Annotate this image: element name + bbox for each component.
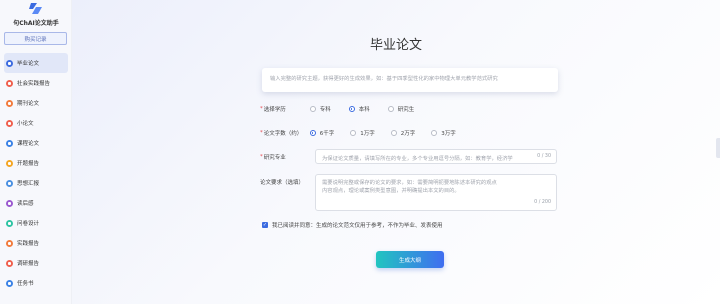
sidebar-item-label: 读后感 (17, 201, 34, 207)
sidebar-item[interactable]: 期刊论文 (0, 93, 72, 113)
app-logo[interactable]: 句ChAI论文助手 (0, 2, 72, 27)
sidebar-item-label: 思想汇报 (17, 181, 40, 187)
radio-button[interactable] (431, 130, 438, 136)
required-mark: * (260, 154, 263, 160)
requirements-count: 0 / 200 (534, 200, 551, 205)
sidebar-item[interactable]: 毕业论文 (4, 53, 68, 73)
radio-label: 本科 (358, 107, 370, 113)
sidebar-item-label: 期刊论文 (17, 101, 40, 107)
sidebar-item-label: 社会实践报告 (17, 81, 51, 87)
education-row: * 选择学历 专科 本科 研究生 (260, 105, 432, 113)
requirements-row: 论文要求（选填） (260, 178, 304, 186)
sidebar-item-icon (6, 239, 13, 247)
agreement-text: 我已阅读并同意：生成的论文范文仅用于参考，不作为毕业、发表使用 (272, 223, 443, 229)
side-scroll-tab[interactable] (716, 138, 720, 158)
radio-option[interactable]: 6千字 (309, 129, 335, 137)
page-title: 毕业论文 (369, 38, 422, 53)
sidebar-item-icon (6, 179, 13, 187)
radio-option[interactable]: 2万字 (390, 129, 416, 137)
radio-label: 3万字 (441, 131, 456, 137)
requirements-placeholder: 需要说明完整或保存的论文的要求，如：需要简明扼要地陈述本研究的观点内容观点，理论… (322, 180, 497, 194)
sidebar-item-icon (6, 59, 13, 67)
sidebar-item-icon (6, 159, 13, 167)
sidebar-item-label: 开题报告 (17, 161, 40, 167)
sidebar-item-label: 任务书 (17, 281, 34, 287)
sidebar-item[interactable]: 调研报告 (0, 253, 72, 273)
radio-option[interactable]: 本科 (348, 105, 370, 113)
purchase-history-button[interactable]: 购买记录 (4, 32, 67, 45)
sidebar-item[interactable]: 课程论文 (0, 133, 72, 153)
radio-option[interactable]: 专科 (309, 105, 331, 113)
major-input[interactable]: 为保证论文质量，请填写所在的专业，多个专业用逗号分隔，如：教育学，经济学 0 /… (315, 149, 557, 164)
sidebar-item-label: 问卷设计 (17, 221, 40, 227)
sidebar-item[interactable]: 实践报告 (0, 233, 72, 253)
agreement-checkbox[interactable]: ✓ (262, 222, 268, 228)
radio-label: 研究生 (397, 107, 415, 113)
sidebar-item-icon (6, 219, 13, 227)
radio-option[interactable]: 1万字 (350, 129, 375, 137)
sidebar-item-label: 实践报告 (17, 241, 40, 247)
radio-button[interactable] (309, 106, 316, 112)
sidebar-item[interactable]: 问卷设计 (0, 213, 72, 233)
sidebar-item-icon (6, 119, 13, 127)
major-count: 0 / 30 (537, 154, 551, 159)
sidebar-item[interactable]: 读后感 (0, 193, 72, 213)
radio-label: 6千字 (319, 131, 335, 137)
major-placeholder: 为保证论文质量，请填写所在的专业，多个专业用逗号分隔，如：教育学，经济学 (322, 156, 513, 162)
sidebar-item-icon (6, 99, 13, 107)
requirements-textarea[interactable]: 需要说明完整或保存的论文的要求，如：需要简明扼要地陈述本研究的观点内容观点，理论… (315, 174, 557, 211)
sidebar-item-icon (6, 279, 13, 287)
sidebar-item[interactable]: 任务书 (0, 273, 72, 293)
word-count-label: 论文字数（约） (263, 131, 303, 137)
radio-label: 1万字 (360, 131, 375, 137)
education-options: 专科 本科 研究生 (309, 105, 433, 113)
logo-text: 句ChAI论文助手 (13, 20, 59, 27)
main-panel: 毕业论文 输入完整的研究主题，获得更好的生成效果，如：基于四季型性化的家中物理大… (72, 0, 720, 304)
requirements-label: 论文要求（选填） (260, 180, 305, 186)
sidebar-nav: 毕业论文社会实践报告 期刊论文小论文课程论文开题报告思想汇报读后感问卷设计实践报告… (0, 53, 72, 293)
topic-input[interactable]: 输入完整的研究主题，获得更好的生成效果，如：基于四季型性化的家中物理大单元教学范… (262, 68, 558, 92)
required-mark: * (260, 130, 263, 136)
required-mark: * (260, 106, 263, 112)
logo-icon (28, 2, 44, 16)
sidebar-item-label: 调研报告 (17, 261, 40, 267)
radio-button[interactable] (390, 130, 397, 136)
radio-option[interactable]: 研究生 (387, 105, 415, 113)
radio-button[interactable] (350, 130, 357, 136)
radio-button[interactable] (309, 130, 316, 136)
sidebar-item[interactable]: 社会实践报告 (0, 73, 72, 93)
sidebar: 句ChAI论文助手 购买记录 毕业论文社会实践报告 期刊论文小论文课程论文开题报告… (0, 0, 72, 304)
sidebar-item-label: 课程论文 (17, 141, 40, 147)
word-count-row: * 论文字数（约） 6千字 1万字 2万字 3万字 (260, 129, 472, 137)
sidebar-item-label: 小论文 (17, 121, 34, 127)
sidebar-item-label: 毕业论文 (17, 61, 40, 67)
generate-outline-button[interactable]: 生成大纲 (376, 251, 444, 268)
word-count-options: 6千字 1万字 2万字 3万字 (309, 129, 472, 137)
radio-option[interactable]: 3万字 (431, 129, 456, 137)
radio-button[interactable] (348, 106, 355, 112)
radio-label: 专科 (319, 107, 331, 113)
sidebar-item-icon (6, 79, 13, 87)
agreement-row[interactable]: ✓ 我已阅读并同意：生成的论文范文仅用于参考，不作为毕业、发表使用 (262, 221, 443, 229)
sidebar-item-icon (6, 139, 13, 147)
sidebar-item[interactable]: 思想汇报 (0, 173, 72, 193)
sidebar-item[interactable]: 小论文 (0, 113, 72, 133)
major-label: 研究专业 (263, 155, 286, 161)
radio-button[interactable] (387, 106, 394, 112)
sidebar-item-icon (6, 259, 13, 267)
major-row: * 研究专业 (260, 153, 286, 161)
education-label: 选择学历 (263, 107, 286, 113)
sidebar-item-icon (6, 199, 13, 207)
radio-label: 2万字 (400, 131, 416, 137)
sidebar-item[interactable]: 开题报告 (0, 153, 72, 173)
